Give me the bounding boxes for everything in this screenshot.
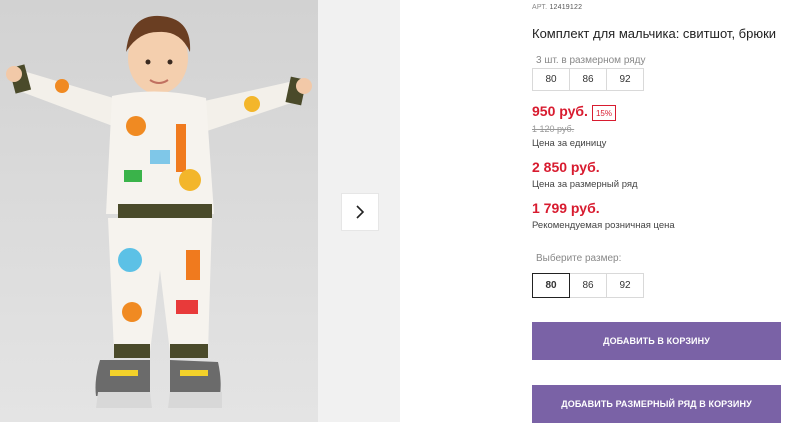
size-row-list: 80 86 92 — [532, 68, 644, 91]
chevron-right-icon — [356, 205, 365, 219]
article-label: АРТ. — [532, 4, 548, 11]
size-option-92[interactable]: 92 — [606, 273, 644, 298]
article-number: АРТ. 12419122 — [532, 4, 582, 11]
add-to-cart-button[interactable]: Добавить в корзину — [532, 322, 781, 360]
size-row-item: 92 — [606, 68, 644, 91]
product-gallery — [0, 0, 400, 422]
rrp-price: 1 799 руб. — [532, 200, 600, 216]
product-photo — [0, 0, 318, 422]
size-row-item: 86 — [569, 68, 607, 91]
size-row-item: 80 — [532, 68, 570, 91]
size-option-80[interactable]: 80 — [532, 273, 570, 298]
size-picker: 80 86 92 — [532, 273, 644, 298]
size-row-note: 3 шт. в размерном ряду — [536, 55, 646, 66]
article-code: 12419122 — [549, 4, 583, 11]
size-option-86[interactable]: 86 — [569, 273, 607, 298]
gallery-next-button[interactable] — [341, 193, 379, 231]
row-price-caption: Цена за размерный ряд — [532, 179, 638, 190]
unit-price-caption: Цена за единицу — [532, 138, 607, 149]
old-price: 1 120 руб. — [532, 124, 575, 134]
add-size-row-to-cart-button[interactable]: Добавить размерный ряд в корзину — [532, 385, 781, 423]
product-title: Комплект для мальчика: свитшот, брюки — [532, 26, 777, 41]
rrp-price-caption: Рекомендуемая розничная цена — [532, 220, 675, 231]
product-photo-illustration — [0, 0, 318, 422]
discount-badge: 15% — [592, 105, 616, 121]
unit-price: 950 руб. — [532, 103, 588, 119]
size-picker-label: Выберите размер: — [536, 253, 622, 264]
row-price: 2 850 руб. — [532, 159, 600, 175]
